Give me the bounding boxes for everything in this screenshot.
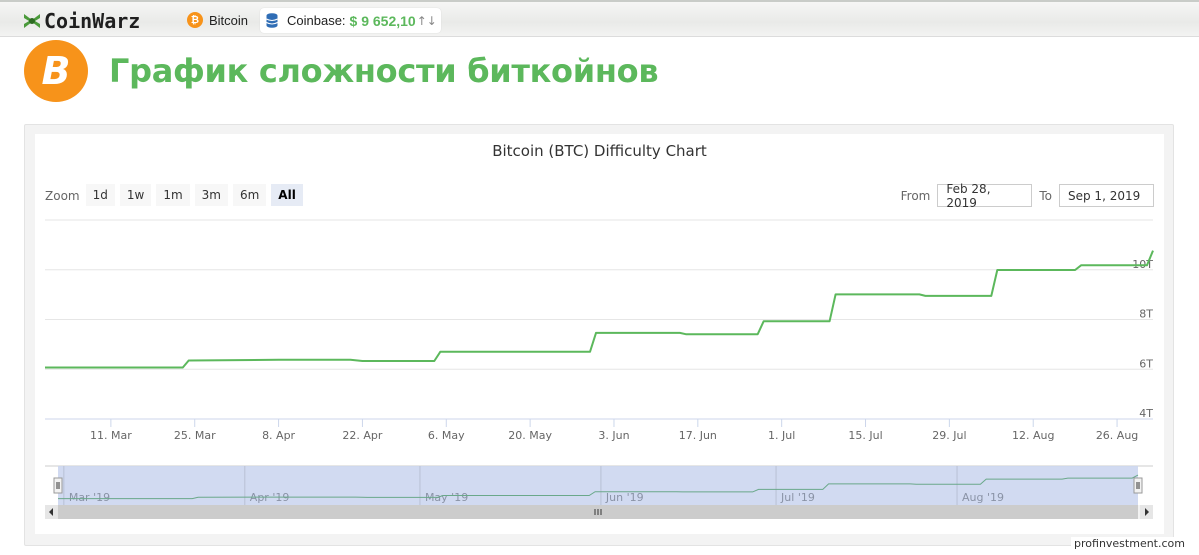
navigator-handle-right[interactable] [1133,477,1143,494]
x-tick-label: 12. Aug [1012,429,1054,442]
watermark: profinvestment.com [1071,537,1188,550]
x-tick-label: 17. Jun [679,429,717,442]
x-tick-label: 3. Jun [598,429,629,442]
handle-box [53,477,63,494]
grid-lines [45,219,1153,420]
scrollbar[interactable] [45,505,1153,519]
x-tick-label: 1. Jul [768,429,795,442]
x-tick-label: 29. Jul [932,429,966,442]
x-tick-label: 6. May [428,429,465,442]
y-tick-label: 8T [1139,308,1153,321]
navigator-label: Jun '19 [605,491,644,504]
x-tick-label: 25. Mar [174,429,216,442]
navigator-label: Mar '19 [69,491,110,504]
y-tick-label: 6T [1139,357,1153,370]
y-tick-label: 4T [1139,407,1153,420]
difficulty-line [45,250,1154,369]
navigator[interactable]: Mar '19 Apr '19 May '19 Jun '19 Jul '19 Aug '… [45,465,1153,519]
x-tick-label: 11. Mar [90,429,132,442]
x-tick-label: 8. Apr [262,429,295,442]
x-tick-label: 15. Jul [848,429,882,442]
navigator-label: Jul '19 [780,491,815,504]
series-layer [45,250,1154,369]
x-tick-label: 20. May [508,429,552,442]
x-tick-label: 26. Aug [1096,429,1138,442]
x-axis: 11. Mar 25. Mar 8. Apr 22. Apr 6. May 20. May… [45,418,1153,442]
difficulty-chart: 4T6T8T10T 11. Mar 25. Mar 8. Apr 22. Apr 6. … [45,219,1154,519]
y-axis-labels: 4T6T8T10T [1132,258,1153,420]
navigator-handle-left[interactable] [53,477,63,494]
handle-box [1133,477,1143,494]
navigator-label: Aug '19 [962,491,1004,504]
x-tick-label: 22. Apr [342,429,382,442]
